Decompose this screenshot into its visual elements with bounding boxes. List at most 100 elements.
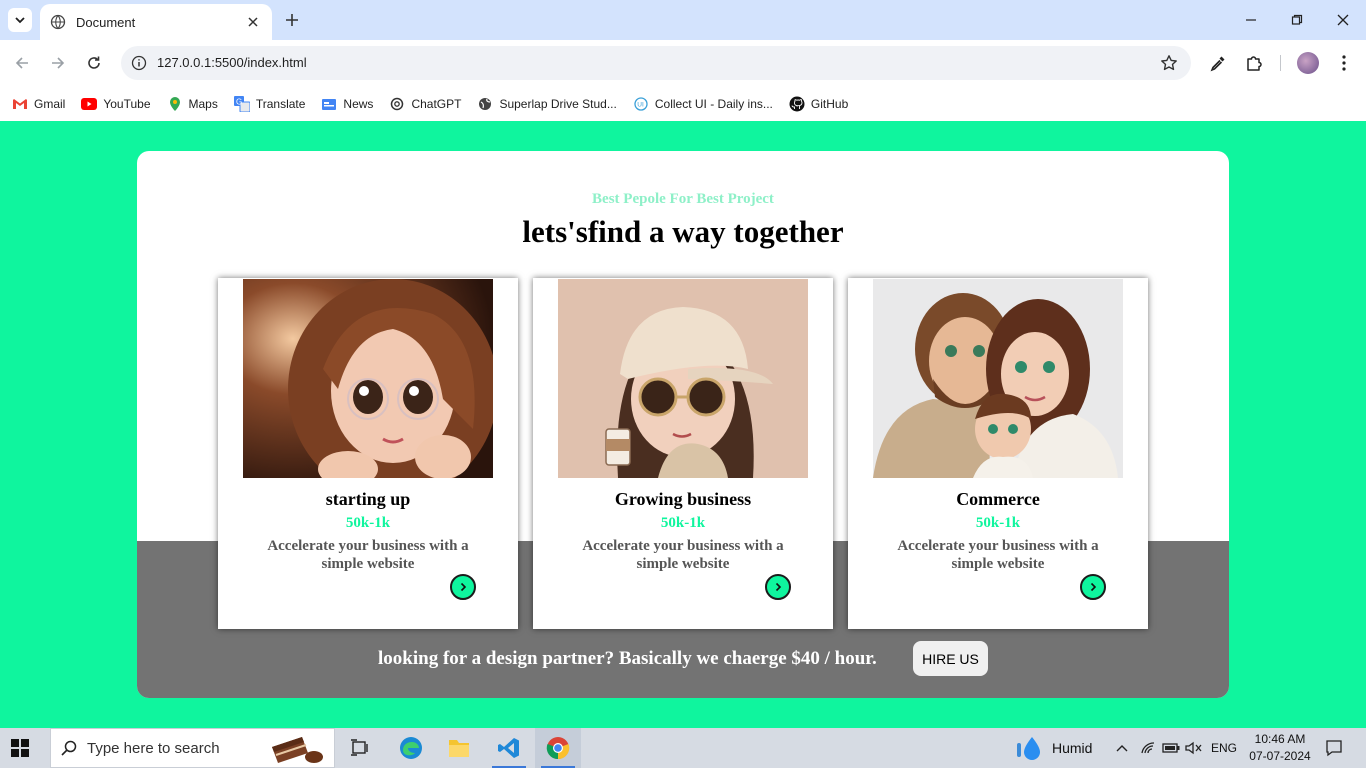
arrow-left-icon [15,57,28,69]
close-window-button[interactable] [1320,0,1366,40]
card-image-family [873,279,1123,478]
chevron-right-icon [775,582,782,592]
tab-search-button[interactable] [8,8,32,32]
card-title: starting up [325,489,411,509]
service-card-commerce: Commerce 50k-1k Accelerate your business… [848,278,1148,629]
service-card-starting-up: starting up 50k-1k Accelerate your busin… [218,278,518,629]
section-headline: lets'sfind a way together [522,214,844,249]
restore-button[interactable] [1274,0,1320,40]
chevron-right-icon [460,582,467,592]
globe-icon [50,14,66,30]
site-info-icon[interactable] [129,53,149,73]
bookmark-superlap[interactable]: Superlap Drive Stud... [477,96,617,112]
bookmark-label: Superlap Drive Stud... [499,96,617,111]
plus-icon [286,14,298,26]
windows-start-icon[interactable] [10,738,30,758]
bookmark-github[interactable]: GitHub [789,96,848,112]
svg-text:G: G [236,97,242,106]
card-title: Growing business [614,489,752,509]
youtube-icon [81,96,98,112]
bookmark-label: YouTube [103,96,151,111]
restore-icon [1291,14,1303,25]
card-price: 50k-1k [345,515,391,531]
bookmark-label: Collect UI - Daily ins... [654,96,773,111]
card-description: Accelerate your business with a simple w… [267,538,469,572]
bookmark-collectui[interactable]: UI Collect UI - Daily ins... [633,96,773,112]
pricing-tagline: looking for a design partner? Basically … [378,648,877,669]
new-tab-button[interactable] [282,10,302,30]
news-icon [321,96,337,112]
hire-us-button[interactable]: HIRE US [913,641,988,676]
kebab-menu-icon [1342,55,1346,71]
extensions-puzzle-icon[interactable] [1244,53,1264,73]
bookmark-label: Gmail [34,96,66,111]
collectui-icon: UI [633,96,649,112]
eyedropper-extension-icon[interactable] [1208,53,1228,73]
bookmark-youtube[interactable]: YouTube [81,96,151,112]
edge-browser-icon[interactable] [388,728,434,768]
bookmark-translate[interactable]: G Translate [233,95,305,112]
translate-icon: G [233,95,250,112]
close-icon[interactable] [244,13,262,31]
minimize-icon [1246,19,1256,21]
tab-document[interactable]: Document [40,4,272,40]
bookmark-chatgpt[interactable]: ChatGPT [389,96,461,112]
back-button[interactable] [12,53,32,73]
profile-avatar[interactable] [1297,52,1319,74]
chevron-right-icon [1090,582,1097,592]
search-icon [51,739,87,757]
bookmark-label: ChatGPT [411,96,462,111]
toolbar-divider [1280,55,1281,71]
chevron-up-icon[interactable] [1112,728,1132,768]
taskbar-search[interactable]: Type here to search [50,728,335,768]
volume-muted-icon[interactable] [1184,728,1204,768]
system-clock[interactable]: 10:46 AM 07-07-2024 [1240,731,1320,765]
bookmark-news[interactable]: News [321,96,373,112]
maps-icon [167,96,183,112]
bookmark-gmail[interactable]: Gmail [12,96,65,112]
reload-button[interactable] [84,53,104,73]
card-description: Accelerate your business with a simple w… [897,538,1099,572]
github-icon [789,96,805,112]
bookmark-maps[interactable]: Maps [167,96,218,112]
notification-icon[interactable] [1322,728,1346,768]
battery-icon[interactable] [1160,728,1182,768]
card-arrow-button[interactable] [1080,574,1106,600]
card-price: 50k-1k [975,515,1021,531]
vscode-icon[interactable] [486,728,532,768]
task-view-icon[interactable] [337,728,383,768]
bookmark-star-icon[interactable] [1159,53,1179,73]
network-icon[interactable] [1138,728,1158,768]
file-explorer-icon[interactable] [436,728,482,768]
card-image-girl-portrait [243,279,493,478]
bookmark-label: News [343,96,374,111]
clock-time: 10:46 AM [1254,732,1306,746]
card-arrow-button[interactable] [765,574,791,600]
windows-taskbar: Type here to search Humid ENG 10:46 AM 0 [0,728,1366,768]
globe-icon [477,96,493,112]
browser-toolbar: 127.0.0.1:5500/index.html [0,40,1366,86]
close-icon [1337,14,1349,26]
chatgpt-icon [389,96,405,112]
card-description: Accelerate your business with a simple w… [582,538,784,572]
url-text[interactable]: 127.0.0.1:5500/index.html [157,55,307,70]
language-indicator[interactable]: ENG [1208,728,1240,768]
arrow-right-icon [52,57,65,69]
chevron-down-icon [15,17,25,24]
card-price: 50k-1k [660,515,706,531]
card-image-girl-with-cap [558,279,808,478]
forward-button[interactable] [48,53,68,73]
search-placeholder: Type here to search [87,739,220,757]
minimize-button[interactable] [1228,0,1274,40]
clock-date: 07-07-2024 [1249,749,1311,763]
service-card-growing-business: Growing business 50k-1k Accelerate your … [533,278,833,629]
chrome-icon[interactable] [535,728,581,768]
more-menu-button[interactable] [1334,53,1354,73]
bookmark-label: GitHub [810,96,849,111]
bookmark-label: Maps [188,96,218,111]
section-subtitle: Best Pepole For Best Project [592,191,774,207]
card-arrow-button[interactable] [450,574,476,600]
tab-strip: Document [0,0,1366,40]
weather-widget[interactable]: Humid [1016,728,1092,768]
address-bar[interactable]: 127.0.0.1:5500/index.html [121,46,1191,80]
